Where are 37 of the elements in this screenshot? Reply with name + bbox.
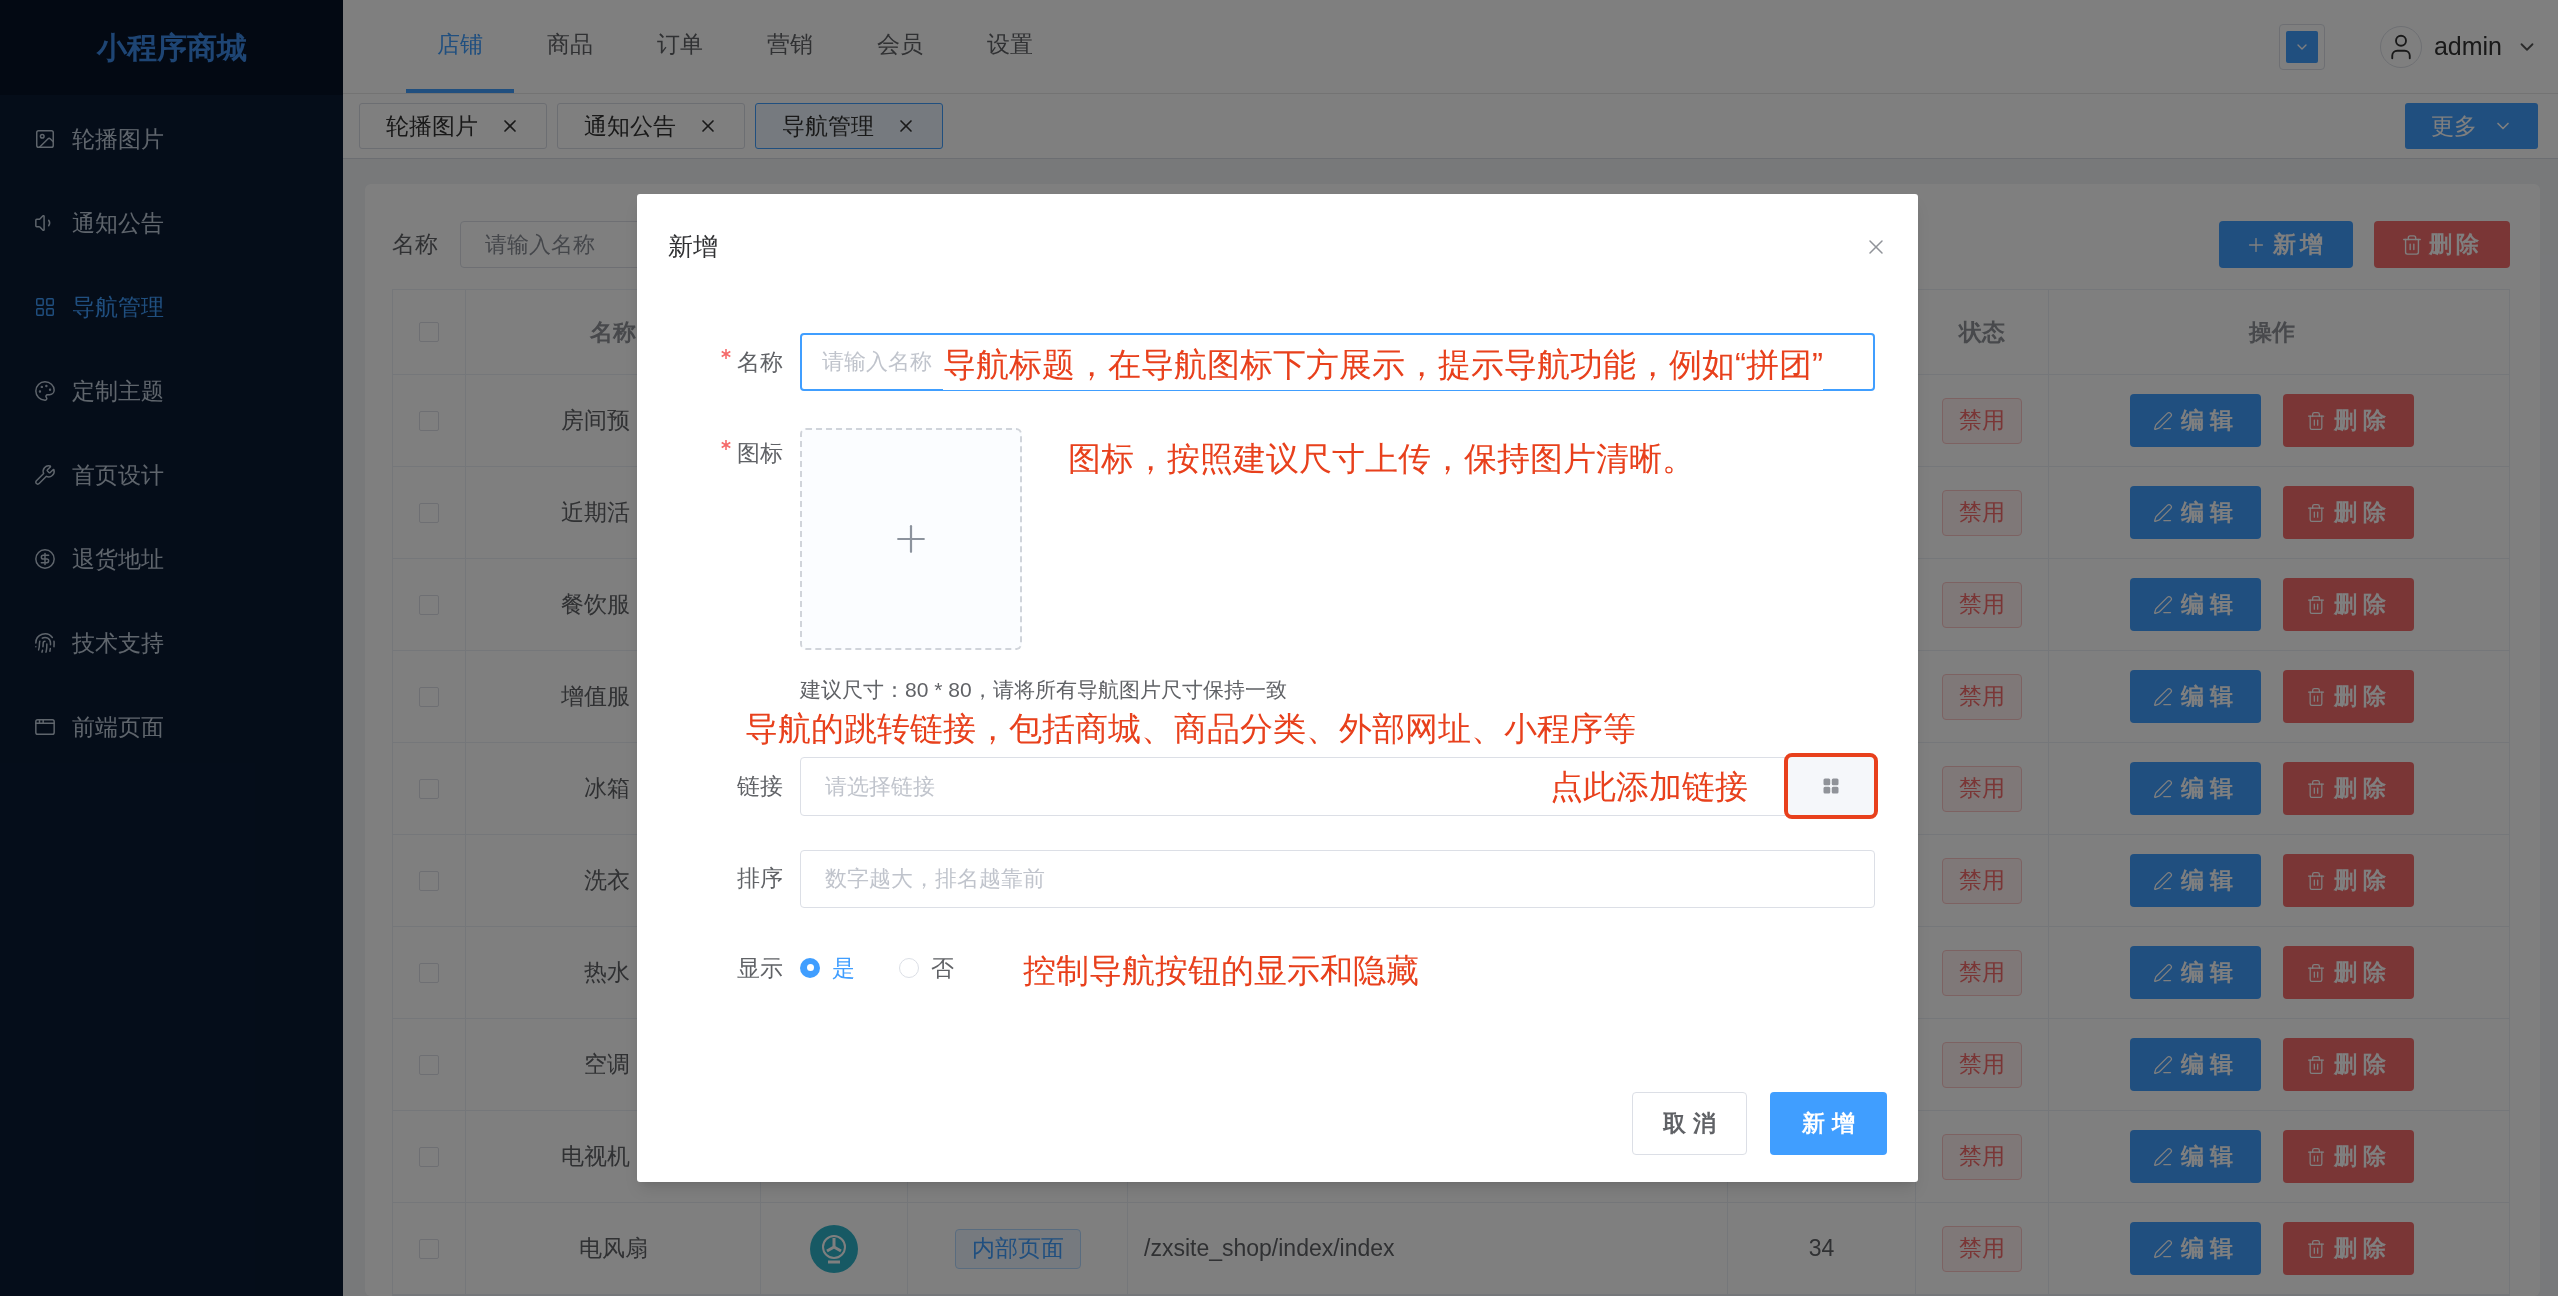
field-label: 图标: [637, 436, 783, 471]
table-cell-text: 热水: [584, 958, 630, 988]
placeholder: 请选择链接: [825, 772, 935, 801]
table-cell-text: 空调: [584, 1050, 630, 1080]
table-cell-text: 餐饮服: [561, 590, 630, 620]
status-tag: 禁用: [1942, 397, 2022, 444]
field-label: 链接: [736, 771, 783, 801]
table-cell-text: 电视机: [561, 1142, 630, 1172]
table-cell-text: 房间预: [561, 406, 630, 436]
annotation-text: 控制导航按钮的显示和隐藏: [1023, 951, 1419, 991]
table-cell-text: 洗衣: [584, 866, 630, 896]
status-tag: 禁用: [1942, 949, 2022, 996]
status-tag: 禁用: [1942, 673, 2022, 720]
annotation-text: 图标，按照建议尺寸上传，保持图片清晰。: [1068, 439, 1695, 479]
status-tag: 禁用: [1942, 581, 2022, 628]
type-tag: 内部页面: [954, 1228, 1081, 1269]
hint-text: 建议尺寸：80 * 80，请将所有导航图片尺寸保持一致: [800, 677, 1287, 703]
table-cell-text: 冰箱: [584, 774, 630, 804]
table-cell-text: 增值服: [561, 682, 630, 712]
field-label: 名称: [637, 344, 783, 380]
table-cell-text: 电风扇: [578, 1234, 648, 1264]
app-title: 小程序商城: [96, 29, 247, 67]
field-label: 排序: [736, 864, 783, 894]
status-tag: 禁用: [1942, 1225, 2022, 1272]
search-label: 名称: [392, 230, 439, 260]
status-tag: 禁用: [1942, 1041, 2022, 1088]
annotation-text: 点此添加链接: [1550, 767, 1748, 807]
table-cell-text: 34: [1808, 1234, 1835, 1264]
dialog-title: 新增: [668, 231, 718, 263]
table-cell-text: 近期活: [561, 498, 630, 528]
status-tag: 禁用: [1942, 857, 2022, 904]
field-label: 显示: [736, 953, 783, 983]
status-tag: 禁用: [1942, 765, 2022, 812]
status-tag: 禁用: [1942, 1133, 2022, 1180]
table-cell-text: /zxsite_shop/index/index: [1144, 1234, 1395, 1264]
status-tag: 禁用: [1942, 489, 2022, 536]
annotation-text: 导航的跳转链接，包括商城、商品分类、外部网址、小程序等: [745, 709, 1636, 749]
